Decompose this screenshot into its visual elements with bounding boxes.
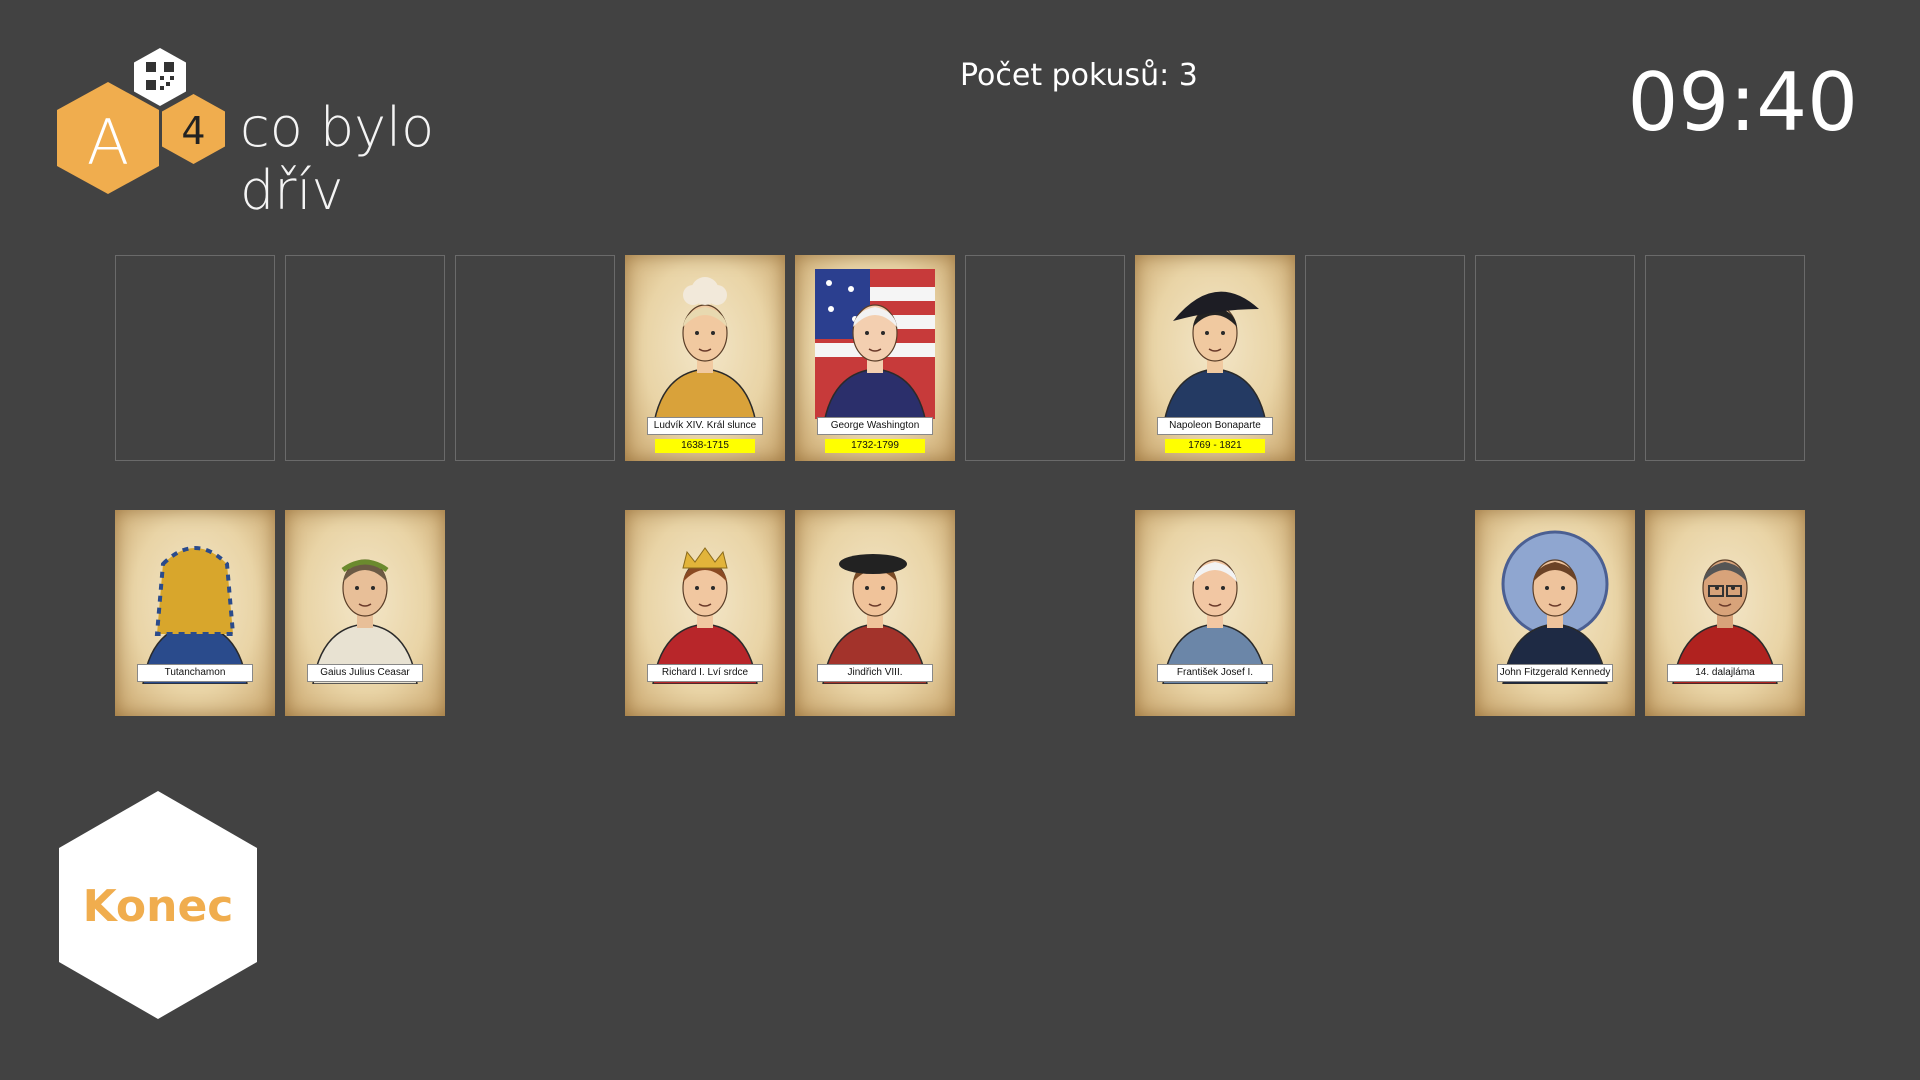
jfk-portrait (1495, 524, 1615, 685)
timeline-slot[interactable] (1305, 255, 1465, 461)
qr-code-icon[interactable] (134, 48, 186, 106)
napoleon-portrait (1155, 269, 1275, 430)
history-card[interactable]: Ludvík XIV. Král slunce 1638-1715 (625, 255, 785, 461)
timeline-slot[interactable] (1475, 255, 1635, 461)
history-card[interactable]: Gaius Julius Ceasar (285, 510, 445, 716)
card-name-label: Ludvík XIV. Král slunce (647, 417, 763, 435)
end-button-label: Konec (82, 881, 234, 932)
card-name-label: Richard I. Lví srdce (647, 664, 763, 682)
card-years-label: 1638-1715 (655, 439, 755, 453)
card-name-label: 14. dalajláma (1667, 664, 1783, 682)
logo-hex-level: 4 (162, 94, 225, 164)
timeline-slot[interactable] (1645, 255, 1805, 461)
timeline-slot[interactable] (455, 255, 615, 461)
louis-xiv-portrait (645, 269, 765, 430)
tutankhamun-portrait (135, 524, 255, 685)
history-card[interactable]: Jindřich VIII. (795, 510, 955, 716)
timeline-slot[interactable] (115, 255, 275, 461)
henry-viii-portrait (815, 524, 935, 685)
countdown-timer: 09:40 (1627, 56, 1858, 149)
card-name-label: Jindřich VIII. (817, 664, 933, 682)
franz-joseph-portrait (1155, 524, 1275, 685)
history-card[interactable]: Tutanchamon (115, 510, 275, 716)
logo-hex-a: A (57, 82, 159, 194)
card-years-label: 1732-1799 (825, 439, 925, 453)
end-button[interactable]: Konec (59, 791, 257, 1019)
george-washington-portrait (815, 269, 935, 430)
attempts-counter: Počet pokusů: 3 (960, 58, 1198, 93)
app-logo: A 4 co bylo dřív (0, 0, 520, 222)
card-name-label: Tutanchamon (137, 664, 253, 682)
card-name-label: František Josef I. (1157, 664, 1273, 682)
app-title: co bylo dřív (240, 96, 435, 222)
logo-letter: A (86, 106, 130, 179)
dalai-lama-portrait (1665, 524, 1785, 685)
history-card[interactable]: John Fitzgerald Kennedy (1475, 510, 1635, 716)
logo-level: 4 (181, 109, 206, 153)
timeline-slot[interactable] (285, 255, 445, 461)
timeline-slot[interactable] (965, 255, 1125, 461)
history-card[interactable]: Napoleon Bonaparte 1769 - 1821 (1135, 255, 1295, 461)
card-name-label: George Washington (817, 417, 933, 435)
card-name-label: Gaius Julius Ceasar (307, 664, 423, 682)
richard-lionheart-portrait (645, 524, 765, 685)
card-name-label: John Fitzgerald Kennedy (1497, 664, 1613, 682)
history-card[interactable]: George Washington 1732-1799 (795, 255, 955, 461)
history-card[interactable]: Richard I. Lví srdce (625, 510, 785, 716)
card-years-label: 1769 - 1821 (1165, 439, 1265, 453)
history-card[interactable]: František Josef I. (1135, 510, 1295, 716)
card-name-label: Napoleon Bonaparte (1157, 417, 1273, 435)
caesar-portrait (305, 524, 425, 685)
history-card[interactable]: 14. dalajláma (1645, 510, 1805, 716)
